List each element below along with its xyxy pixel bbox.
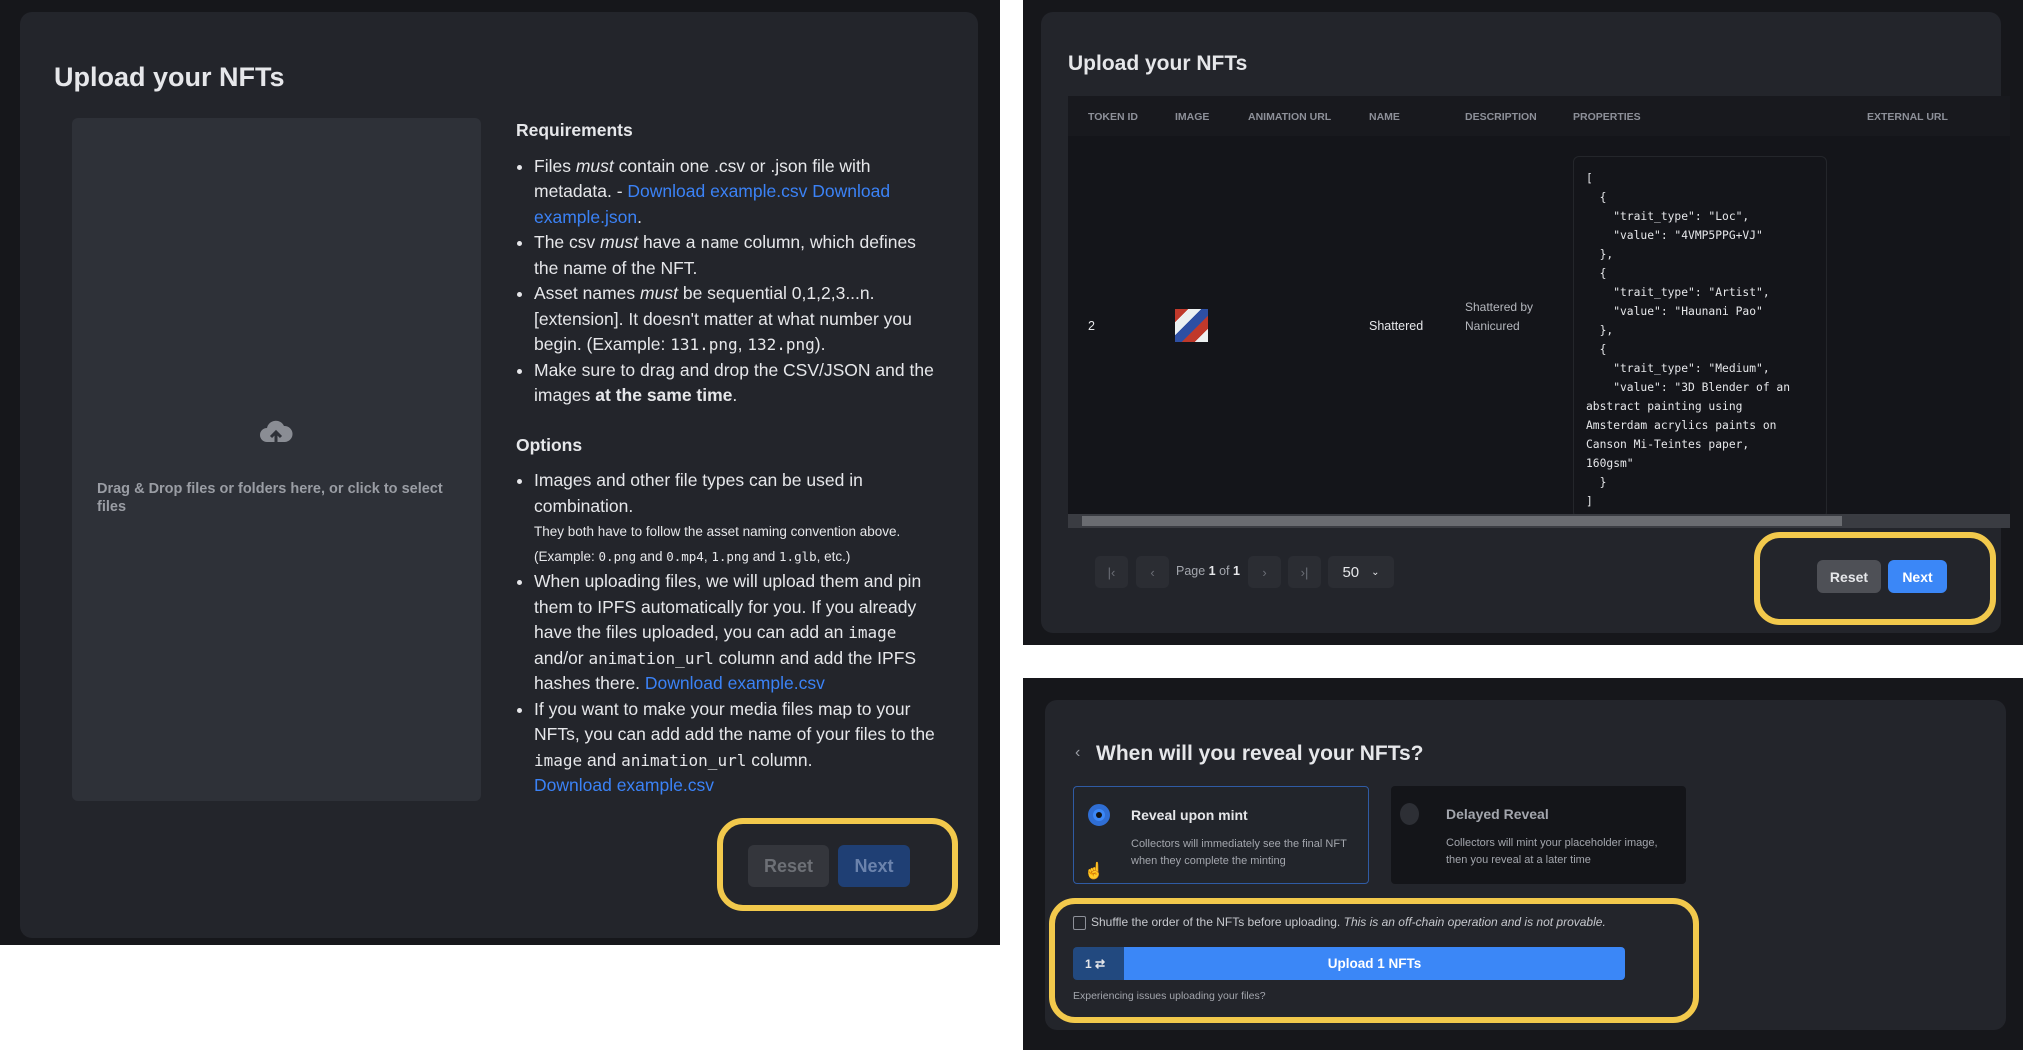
list-item: Files must contain one .csv or .json fil… [534, 154, 936, 231]
scrollbar-thumb[interactable] [1082, 516, 1842, 526]
section-title: When will you reveal your NFTs? [1096, 742, 1424, 765]
column-header: Properties [1573, 111, 1641, 123]
upload-count[interactable]: 1 ⇄ [1073, 947, 1124, 980]
table-screenshot: Upload your NFTs Token ID Image Animatio… [1023, 0, 2023, 645]
list-item: When uploading files, we will upload the… [534, 569, 936, 697]
cell-name: Shattered [1369, 319, 1424, 333]
option-description: Collectors will mint your placeholder im… [1446, 837, 1658, 866]
cloud-upload-icon [258, 418, 294, 448]
issues-link[interactable]: Experiencing issues uploading your files… [1073, 990, 1266, 1002]
column-header: Image [1175, 111, 1210, 123]
reset-button[interactable]: Reset [1817, 560, 1881, 593]
download-csv-link[interactable]: Download example.csv [534, 775, 714, 795]
download-csv-link[interactable]: Download example.csv [627, 181, 807, 201]
list-item: The csv must have a name column, which d… [534, 230, 936, 281]
reveal-option-delayed[interactable]: Delayed Reveal Collectors will mint your… [1391, 786, 1686, 884]
requirements-heading: Requirements [516, 120, 633, 140]
upload-card: Upload your NFTs Drag & Drop files or fo… [20, 12, 978, 938]
page-title: Upload your NFTs [1068, 52, 1248, 75]
cell-properties: [ { "trait_type": "Loc", "value": "4VMP5… [1573, 156, 1827, 518]
list-item: Images and other file types can be used … [534, 468, 936, 569]
cursor-hand-icon: ☝ [1084, 863, 1104, 880]
next-button[interactable]: Next [1888, 560, 1947, 593]
metadata-table: Token ID Image Animation URL Name Descri… [1068, 96, 2010, 528]
page-indicator: Page 1 of 1 [1176, 564, 1240, 578]
options-heading: Options [516, 434, 583, 455]
reveal-option-upon-mint[interactable]: Reveal upon mint Collectors will immedia… [1073, 786, 1369, 884]
reset-button[interactable]: Reset [748, 845, 829, 887]
shuffle-checkbox[interactable] [1073, 916, 1086, 930]
column-header: Name [1369, 111, 1400, 123]
radio-selected-icon[interactable] [1088, 804, 1110, 826]
back-chevron-icon[interactable]: ‹ [1075, 744, 1080, 762]
next-button[interactable]: Next [838, 845, 910, 887]
left-screenshot: Upload your NFTs Drag & Drop files or fo… [0, 0, 1000, 945]
list-item: If you want to make your media files map… [534, 697, 936, 799]
dropzone-text: Drag & Drop files or folders here, or cl… [97, 481, 443, 515]
first-page-button[interactable]: |‹ [1095, 556, 1128, 588]
radio-unselected-icon[interactable] [1400, 803, 1419, 825]
column-header: External URL [1867, 111, 1948, 123]
options-list: Images and other file types can be used … [516, 468, 936, 799]
shuffle-label: Shuffle the order of the NFTs before upl… [1091, 915, 1606, 929]
cell-token-id: 2 [1088, 319, 1095, 333]
instructions: Requirements Files must contain one .csv… [516, 118, 936, 799]
column-header: Token ID [1088, 111, 1138, 123]
download-csv-link[interactable]: Download example.csv [645, 673, 825, 693]
prev-page-button[interactable]: ‹ [1136, 556, 1169, 588]
requirements-list: Files must contain one .csv or .json fil… [516, 154, 936, 409]
dropzone[interactable]: Drag & Drop files or folders here, or cl… [72, 118, 481, 801]
chevron-down-icon: ⌄ [1371, 566, 1380, 578]
list-item: Asset names must be sequential 0,1,2,3..… [534, 281, 936, 358]
option-label: Delayed Reveal [1446, 806, 1549, 822]
upload-button[interactable]: Upload 1 NFTs [1124, 947, 1625, 980]
option-label: Reveal upon mint [1131, 807, 1248, 823]
nft-thumbnail[interactable] [1175, 309, 1208, 342]
reveal-card: ‹ When will you reveal your NFTs? Reveal… [1045, 700, 2006, 1030]
column-header: Description [1465, 111, 1537, 123]
page-size-select[interactable]: 50 ⌄ [1328, 556, 1394, 588]
reveal-screenshot: ‹ When will you reveal your NFTs? Reveal… [1023, 678, 2023, 1050]
table-card: Upload your NFTs Token ID Image Animatio… [1041, 12, 2010, 633]
page-title: Upload your NFTs [54, 62, 285, 92]
cell-description: Shattered by Nanicured [1465, 300, 1534, 333]
list-item: Make sure to drag and drop the CSV/JSON … [534, 358, 936, 409]
column-header: Animation URL [1248, 111, 1332, 123]
next-page-button[interactable]: › [1248, 556, 1281, 588]
horizontal-scrollbar[interactable] [1068, 514, 2010, 528]
last-page-button[interactable]: ›| [1288, 556, 1321, 588]
option-description: Collectors will immediately see the fina… [1131, 838, 1347, 867]
